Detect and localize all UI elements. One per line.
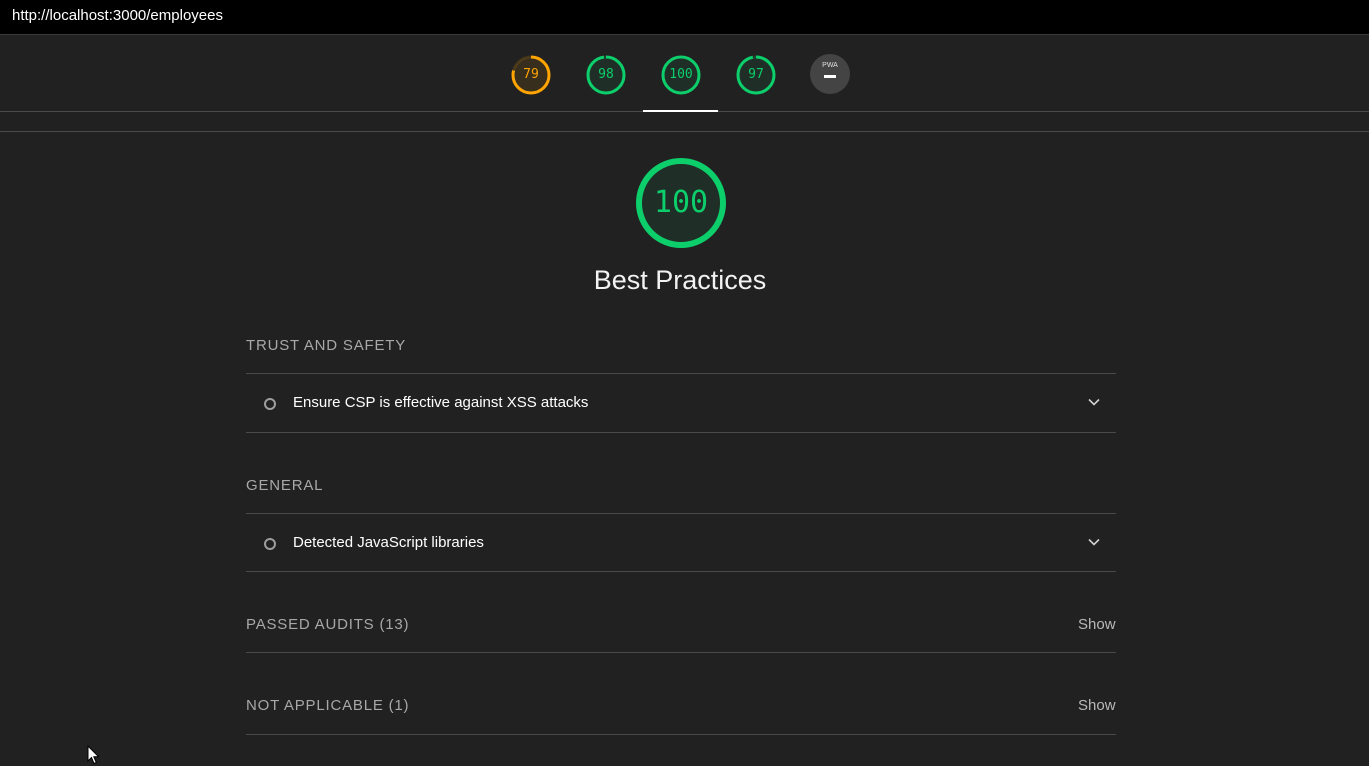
address-bar[interactable]: http://localhost:3000/employees (0, 0, 1369, 35)
audit-title: Ensure CSP is effective against XSS atta… (293, 394, 589, 411)
divider (0, 131, 1369, 132)
category-score: 100 (653, 185, 709, 220)
score-gauge-bar: 79 98 100 97 PWA (0, 35, 1369, 112)
gauge-performance-score: 79 (523, 67, 539, 82)
audit-title: Detected JavaScript libraries (293, 534, 484, 551)
hollow-circle-icon (264, 398, 276, 410)
gauge-accessibility-score: 98 (598, 67, 614, 82)
chevron-down-icon[interactable] (1088, 536, 1100, 548)
section-header-passed-audits[interactable]: PASSED AUDITS (13) (246, 616, 409, 633)
category-score-gauge: 100 (635, 157, 727, 249)
hollow-circle-icon (264, 538, 276, 550)
chevron-down-icon[interactable] (1088, 396, 1100, 408)
divider (246, 571, 1116, 572)
audit-csp-xss[interactable]: Ensure CSP is effective against XSS atta… (246, 374, 1116, 432)
divider (246, 432, 1116, 433)
audit-js-libraries[interactable]: Detected JavaScript libraries (246, 514, 1116, 572)
section-header-general: GENERAL (246, 477, 324, 494)
gauge-performance[interactable]: 79 (510, 54, 552, 96)
show-passed-audits-button[interactable]: Show (1078, 616, 1116, 633)
gauge-seo[interactable]: 97 (735, 54, 777, 96)
divider (246, 652, 1116, 653)
pwa-badge-label: PWA (822, 62, 838, 69)
pwa-badge[interactable]: PWA (810, 54, 850, 94)
active-tab-indicator (643, 110, 718, 112)
section-header-trust-and-safety: TRUST AND SAFETY (246, 337, 407, 354)
gauge-best-practices[interactable]: 100 (660, 54, 702, 96)
divider (246, 734, 1116, 735)
dash-icon (824, 75, 836, 78)
show-not-applicable-button[interactable]: Show (1078, 697, 1116, 714)
gauge-accessibility[interactable]: 98 (585, 54, 627, 96)
gauge-seo-score: 97 (748, 67, 764, 82)
section-header-not-applicable[interactable]: NOT APPLICABLE (1) (246, 697, 409, 714)
address-bar-url[interactable]: http://localhost:3000/employees (12, 7, 223, 24)
mouse-pointer-icon (87, 745, 100, 765)
gauge-best-practices-score: 100 (669, 67, 693, 82)
category-title: Best Practices (593, 265, 767, 295)
